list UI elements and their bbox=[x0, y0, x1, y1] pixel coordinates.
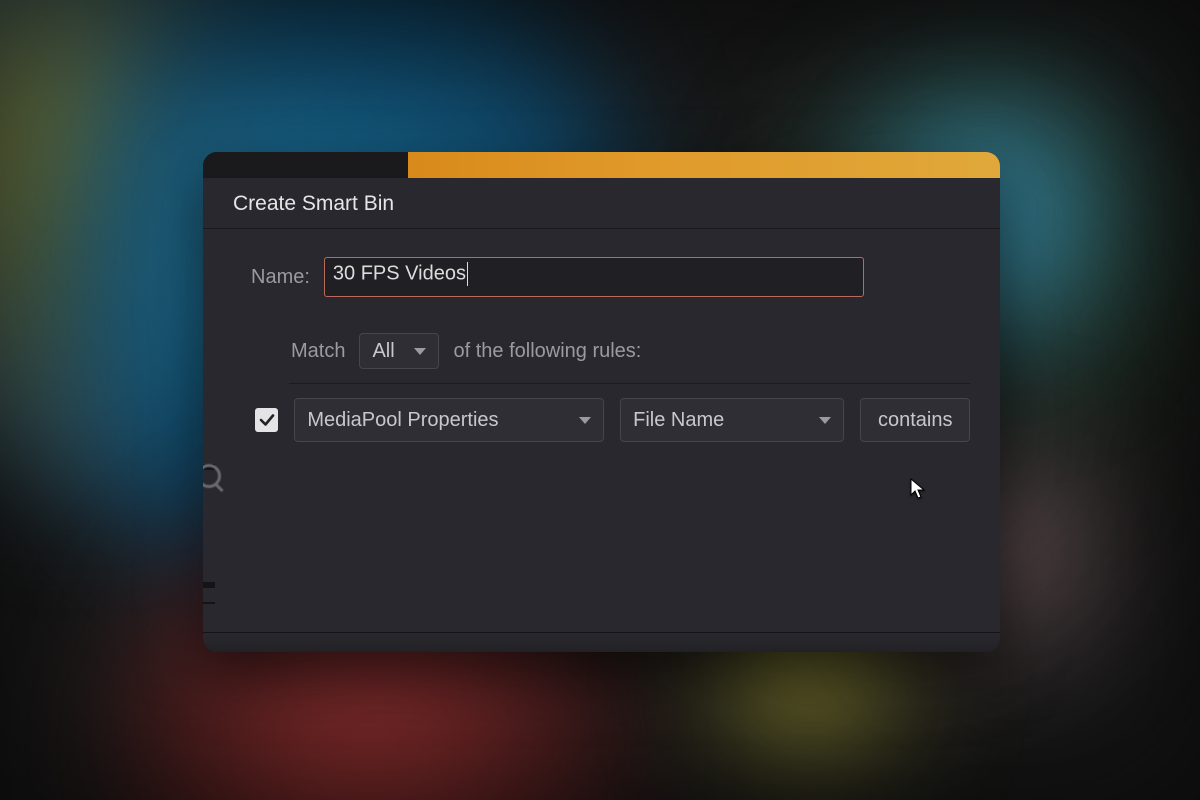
dialog-titlebar bbox=[203, 152, 1000, 178]
dialog-bottom-bar bbox=[203, 632, 1000, 652]
rule-field-value: File Name bbox=[633, 409, 724, 432]
rule-operator-value: contains bbox=[878, 409, 953, 432]
rule-enabled-checkbox[interactable] bbox=[255, 408, 278, 432]
text-caret bbox=[467, 262, 468, 286]
match-mode-value: All bbox=[372, 340, 394, 363]
chevron-down-icon bbox=[819, 417, 831, 424]
dialog-header: Create Smart Bin bbox=[203, 178, 1000, 229]
match-row: Match All of the following rules: bbox=[233, 333, 970, 369]
name-row: Name: 30 FPS Videos bbox=[233, 257, 970, 297]
mouse-cursor bbox=[910, 478, 926, 500]
dialog-body: Name: 30 FPS Videos Match All of the fol… bbox=[203, 229, 1000, 442]
rule-operator-dropdown[interactable]: contains bbox=[860, 398, 970, 442]
rule-property-value: MediaPool Properties bbox=[307, 409, 498, 432]
name-input-value: 30 FPS Videos bbox=[333, 262, 466, 284]
rule-row: MediaPool Properties File Name contains bbox=[233, 398, 970, 442]
match-mode-dropdown[interactable]: All bbox=[359, 333, 439, 369]
create-smart-bin-dialog: Create Smart Bin Name: 30 FPS Videos Mat… bbox=[203, 152, 1000, 652]
search-icon bbox=[203, 464, 221, 488]
rule-property-dropdown[interactable]: MediaPool Properties bbox=[294, 398, 604, 442]
rule-field-dropdown[interactable]: File Name bbox=[620, 398, 844, 442]
rules-divider bbox=[289, 383, 970, 384]
chevron-down-icon bbox=[414, 348, 426, 355]
dialog-title: Create Smart Bin bbox=[233, 192, 970, 216]
chevron-down-icon bbox=[579, 417, 591, 424]
check-icon bbox=[258, 411, 276, 429]
name-input[interactable]: 30 FPS Videos bbox=[324, 257, 864, 297]
match-prefix: Match bbox=[291, 340, 345, 363]
name-label: Name: bbox=[251, 266, 310, 289]
match-suffix: of the following rules: bbox=[453, 340, 641, 363]
